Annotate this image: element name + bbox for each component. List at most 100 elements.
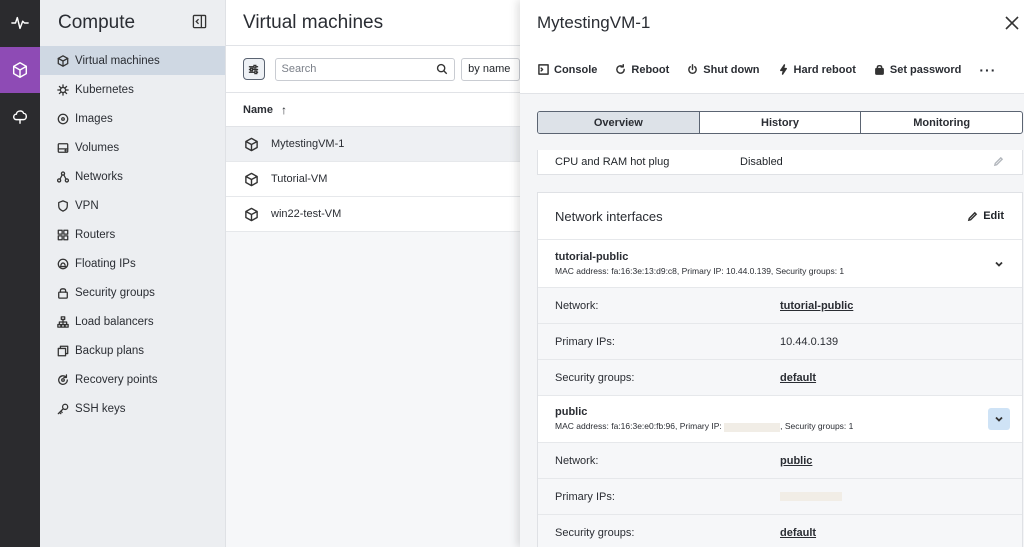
reboot-button[interactable]: Reboot — [615, 64, 669, 76]
load-balancer-icon — [57, 315, 69, 328]
filter-button[interactable] — [243, 58, 265, 80]
close-button[interactable] — [1000, 11, 1024, 35]
redacted-ip — [780, 492, 842, 501]
interface-name: public — [555, 406, 588, 419]
name-column-header[interactable]: Name ↑ — [226, 93, 520, 127]
lock-icon — [874, 64, 884, 75]
kv-row-network: Network: tutorial-public — [538, 288, 1022, 324]
tab-monitoring[interactable]: Monitoring — [861, 112, 1022, 133]
cube-icon — [245, 137, 258, 151]
sidebar-item-floating-ips[interactable]: Floating IPs — [40, 249, 225, 278]
sort-ascending-icon: ↑ — [280, 102, 287, 117]
kubernetes-icon — [57, 83, 69, 96]
tab-overview[interactable]: Overview — [538, 112, 700, 133]
search-icon[interactable] — [436, 63, 448, 75]
redacted-ip — [724, 422, 781, 432]
console-button[interactable]: Console — [538, 64, 597, 76]
expand-toggle[interactable] — [988, 253, 1010, 275]
power-icon — [688, 64, 698, 74]
sidebar-item-ssh-keys[interactable]: SSH keys — [40, 394, 225, 423]
sidebar-title: Compute — [58, 12, 136, 33]
reboot-label: Reboot — [631, 63, 670, 76]
sidebar-item-volumes[interactable]: Volumes — [40, 133, 225, 162]
kv-row-primary-ips: Primary IPs: 10.44.0.139 — [538, 324, 1022, 360]
kv-row-network: Network: public — [538, 443, 1022, 479]
cube-icon — [57, 54, 69, 67]
shutdown-button[interactable]: Shut down — [687, 63, 760, 76]
vm-name: win22-test-VM — [271, 208, 342, 220]
cloud-icon — [12, 110, 28, 124]
mac-prefix: MAC address: fa:16:3e:e0:fb:96, Primary … — [555, 421, 725, 432]
network-icon — [57, 170, 69, 183]
sidebar-item-label: VPN — [75, 199, 99, 212]
primary-ip-value: 10.44.0.139 — [780, 335, 839, 348]
sidebar-item-label: Backup plans — [75, 344, 145, 357]
shutdown-label: Shut down — [703, 63, 760, 76]
sidebar-item-kubernetes[interactable]: Kubernetes — [40, 75, 225, 104]
vm-row[interactable]: win22-test-VM — [226, 197, 520, 232]
sidebar-item-label: Floating IPs — [75, 257, 136, 270]
recovery-icon — [58, 373, 68, 385]
edit-network-interfaces-button[interactable]: Edit — [967, 210, 1004, 222]
router-icon — [57, 229, 69, 240]
sidebar-item-label: Images — [75, 112, 113, 125]
icon-rail — [0, 0, 40, 547]
vm-list-pane: Virtual machines by name Name ↑ Mytestin… — [226, 0, 520, 547]
more-actions-button[interactable]: ··· — [979, 62, 996, 78]
network-link[interactable]: public — [780, 455, 812, 467]
vm-row[interactable]: Tutorial-VM — [226, 162, 520, 197]
edit-label: Edit — [983, 210, 1004, 222]
cube-icon — [12, 62, 28, 78]
sidebar-item-backup-plans[interactable]: Backup plans — [40, 336, 225, 365]
kv-label: Security groups: — [555, 371, 635, 384]
sidebar-item-security-groups[interactable]: Security groups — [40, 278, 225, 307]
kv-row-security-groups: Security groups: default — [538, 360, 1022, 396]
cloud-rail-button[interactable] — [0, 93, 40, 139]
cube-icon — [245, 172, 258, 186]
tab-history[interactable]: History — [700, 112, 862, 133]
vm-name: MytestingVM-1 — [271, 138, 345, 150]
edit-hotplug-button[interactable] — [993, 156, 1004, 170]
sidebar-item-virtual-machines[interactable]: Virtual machines — [40, 46, 225, 75]
reboot-icon — [616, 64, 626, 74]
collapse-sidebar-button[interactable] — [192, 14, 207, 32]
sidebar-item-label: Routers — [75, 228, 116, 241]
activity-rail-button[interactable] — [0, 0, 40, 46]
compute-rail-button[interactable] — [0, 47, 40, 93]
sidebar-item-label: Virtual machines — [75, 54, 160, 67]
interface-name: tutorial-public — [555, 251, 629, 263]
security-group-link[interactable]: default — [780, 372, 816, 384]
network-link[interactable]: tutorial-public — [780, 300, 853, 312]
page-title: Virtual machines — [243, 11, 384, 33]
mac-suffix: , Security groups: 1 — [780, 421, 854, 432]
sort-select[interactable]: by name — [461, 57, 520, 81]
hard-reboot-button[interactable]: Hard reboot — [778, 64, 856, 76]
sidebar-item-vpn[interactable]: VPN — [40, 191, 225, 220]
sidebar-item-images[interactable]: Images — [40, 104, 225, 133]
interface-header-public[interactable]: public MAC address: fa:16:3e:e0:fb:96, P… — [538, 396, 1022, 443]
column-label: Name — [243, 103, 273, 116]
sidebar-item-recovery-points[interactable]: Recovery points — [40, 365, 225, 394]
kv-label: Network: — [555, 299, 599, 312]
sidebar-item-label: Kubernetes — [75, 83, 134, 96]
lock-icon — [58, 287, 68, 299]
sidebar-item-networks[interactable]: Networks — [40, 162, 225, 191]
search-input[interactable] — [281, 63, 422, 75]
set-password-button[interactable]: Set password — [874, 64, 961, 76]
vm-row[interactable]: MytestingVM-1 — [226, 127, 520, 162]
interface-summary: MAC address: fa:16:3e:e0:fb:96, Primary … — [555, 421, 854, 432]
sliders-icon — [249, 64, 259, 74]
security-group-link[interactable]: default — [780, 527, 816, 539]
floating-ip-icon — [57, 258, 69, 269]
sidebar-item-load-balancers[interactable]: Load balancers — [40, 307, 225, 336]
disc-icon — [57, 113, 69, 124]
sidebar: Compute Virtual machines Kubernetes Imag… — [40, 0, 226, 547]
interface-header-tutorial-public[interactable]: tutorial-public MAC address: fa:16:3e:13… — [538, 240, 1022, 288]
kv-label: Primary IPs: — [555, 490, 615, 503]
activity-icon — [11, 16, 29, 30]
key-icon — [57, 403, 69, 414]
sidebar-item-label: Security groups — [75, 286, 155, 299]
expand-toggle[interactable] — [988, 408, 1010, 430]
collapse-panel-icon — [192, 14, 207, 29]
sidebar-item-routers[interactable]: Routers — [40, 220, 225, 249]
